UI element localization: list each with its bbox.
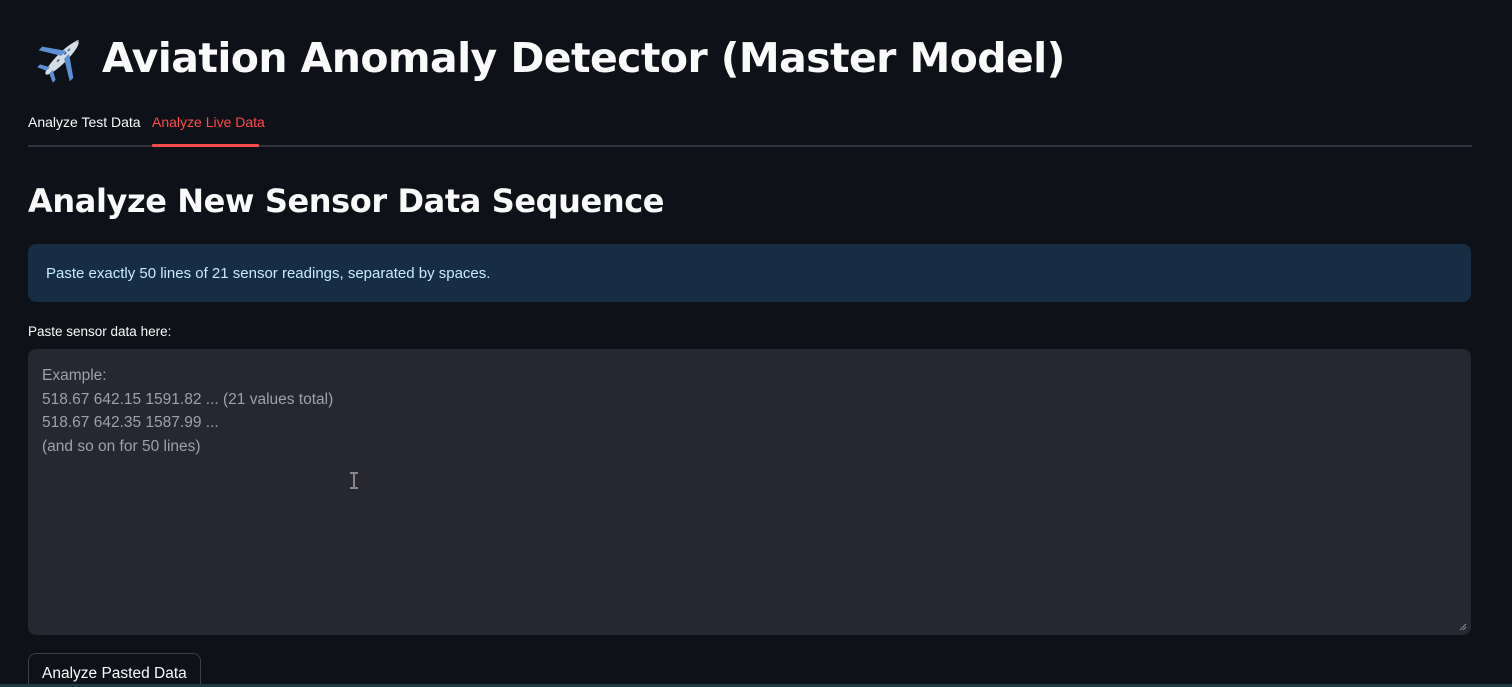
- info-message: Paste exactly 50 lines of 21 sensor read…: [46, 264, 491, 282]
- title-row: Aviation Anomaly Detector (Master Model): [36, 26, 1065, 90]
- app-page: Aviation Anomaly Detector (Master Model)…: [0, 0, 1512, 687]
- tab-bar: Analyze Test Data Analyze Live Data: [28, 104, 1472, 148]
- tab-analyze-test-data[interactable]: Analyze Test Data: [28, 114, 141, 130]
- sensor-data-label: Paste sensor data here:: [28, 324, 172, 339]
- page-title: Aviation Anomaly Detector (Master Model): [102, 34, 1065, 82]
- airplane-icon: [37, 40, 79, 83]
- info-alert: Paste exactly 50 lines of 21 sensor read…: [28, 244, 1471, 302]
- sensor-data-textarea[interactable]: [29, 350, 1470, 634]
- tab-analyze-live-data[interactable]: Analyze Live Data: [152, 114, 265, 130]
- sensor-data-input-container: [28, 349, 1471, 635]
- section-heading: Analyze New Sensor Data Sequence: [28, 182, 665, 220]
- text-cursor-icon: [350, 472, 358, 489]
- active-tab-indicator: [152, 144, 259, 147]
- resize-handle-icon[interactable]: [1459, 623, 1467, 631]
- analyze-pasted-data-button[interactable]: Analyze Pasted Data: [28, 653, 201, 687]
